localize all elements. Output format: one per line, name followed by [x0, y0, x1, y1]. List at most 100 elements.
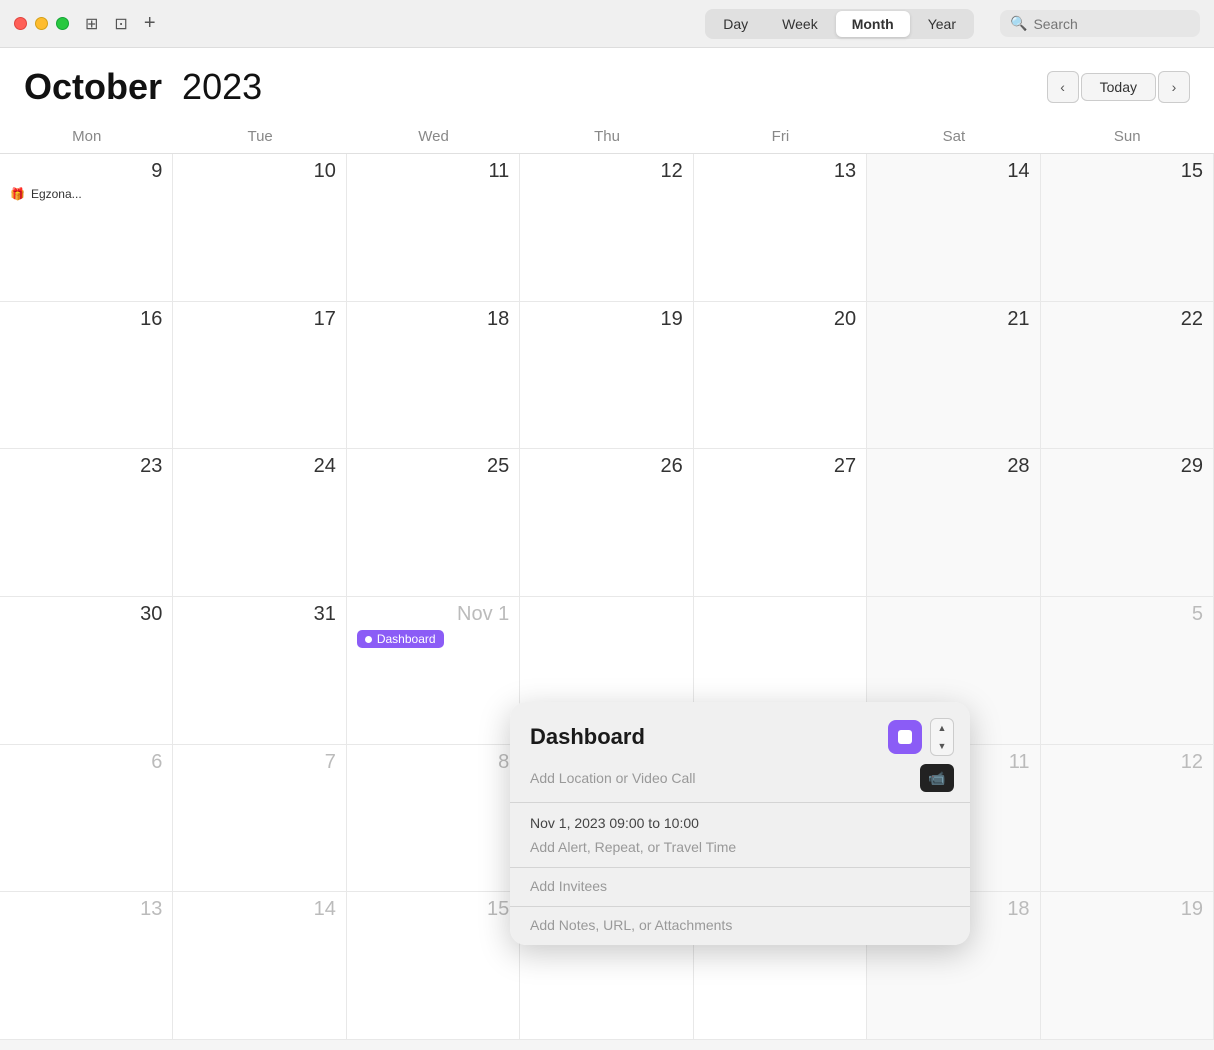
date-number: 10	[183, 160, 335, 183]
date-number: 22	[1051, 308, 1203, 331]
date-number: 19	[530, 308, 682, 331]
date-number: 13	[10, 898, 162, 921]
tab-day[interactable]: Day	[707, 11, 764, 37]
cal-cell[interactable]: 30	[0, 597, 173, 745]
event-dot	[365, 636, 372, 643]
close-button[interactable]	[14, 17, 27, 30]
cal-cell[interactable]: 13	[694, 154, 867, 302]
month-label: October	[24, 66, 162, 107]
popup-calendar-color-button[interactable]	[888, 720, 922, 754]
day-header-sat: Sat	[867, 120, 1040, 153]
cal-cell[interactable]: 13	[0, 892, 173, 1040]
calendar-nav: ‹ Today ›	[1047, 71, 1190, 103]
date-number: 17	[183, 308, 335, 331]
event-pill[interactable]: Dashboard	[357, 630, 444, 648]
search-input[interactable]	[1033, 16, 1190, 32]
date-number: 7	[183, 751, 335, 774]
cal-cell[interactable]: 12	[520, 154, 693, 302]
cal-cell[interactable]: 25	[347, 449, 520, 597]
popup-video-button[interactable]: 📹	[920, 764, 954, 792]
popup-time-row: Nov 1, 2023 09:00 to 10:00	[510, 803, 970, 835]
cal-cell[interactable]: 14	[867, 154, 1040, 302]
cal-cell[interactable]: 29	[1041, 449, 1214, 597]
cal-cell[interactable]: 14	[173, 892, 346, 1040]
cal-cell[interactable]: 16	[0, 302, 173, 450]
cal-cell[interactable]: 17	[173, 302, 346, 450]
cal-cell[interactable]: 19	[1041, 892, 1214, 1040]
date-number: 28	[877, 455, 1029, 478]
popup-notes-text[interactable]: Add Notes, URL, or Attachments	[530, 917, 732, 933]
cal-cell[interactable]: 5	[1041, 597, 1214, 745]
date-number: 19	[1051, 898, 1203, 921]
prev-month-button[interactable]: ‹	[1047, 71, 1079, 103]
day-header-sun: Sun	[1041, 120, 1214, 153]
cal-cell[interactable]: 22	[1041, 302, 1214, 450]
cal-cell[interactable]: 21	[867, 302, 1040, 450]
view-tabs: Day Week Month Year	[705, 9, 974, 39]
cal-cell[interactable]: 8	[347, 745, 520, 893]
next-month-button[interactable]: ›	[1158, 71, 1190, 103]
stepper-down-icon[interactable]: ▼	[931, 737, 953, 755]
cal-cell[interactable]: 27	[694, 449, 867, 597]
day-header-tue: Tue	[173, 120, 346, 153]
day-header-fri: Fri	[694, 120, 867, 153]
date-number: 8	[357, 751, 509, 774]
inbox-icon[interactable]: ⊡	[114, 14, 127, 34]
page-title: October 2023	[24, 66, 262, 108]
cal-cell[interactable]: 9 🎁Egzona...	[0, 154, 173, 302]
grid-icon[interactable]: ⊞	[85, 14, 98, 34]
date-number: 21	[877, 308, 1029, 331]
cal-cell[interactable]: 7	[173, 745, 346, 893]
today-button[interactable]: Today	[1081, 73, 1156, 101]
cal-cell[interactable]: 10	[173, 154, 346, 302]
date-number: 24	[183, 455, 335, 478]
cal-cell[interactable]: 20	[694, 302, 867, 450]
cal-cell[interactable]: 23	[0, 449, 173, 597]
date-number: 23	[10, 455, 162, 478]
cal-cell[interactable]: 18	[347, 302, 520, 450]
search-icon: 🔍	[1010, 15, 1027, 32]
maximize-button[interactable]	[56, 17, 69, 30]
cal-cell[interactable]: 28	[867, 449, 1040, 597]
search-box: 🔍	[1000, 10, 1200, 37]
date-number: 27	[704, 455, 856, 478]
event-popup: Dashboard ▲ ▼ Add Location or Video Call…	[510, 702, 970, 945]
cal-cell[interactable]: 6	[0, 745, 173, 893]
stepper-up-icon[interactable]: ▲	[931, 719, 953, 737]
date-number: 15	[357, 898, 509, 921]
date-number: 5	[1051, 603, 1203, 626]
date-number: 11	[357, 160, 509, 183]
add-icon[interactable]: +	[144, 12, 156, 35]
cal-cell[interactable]: 24	[173, 449, 346, 597]
date-number: 25	[357, 455, 509, 478]
tab-month[interactable]: Month	[836, 11, 910, 37]
event-pill-label: Dashboard	[377, 632, 436, 646]
cal-cell[interactable]: 15	[1041, 154, 1214, 302]
cal-cell[interactable]: 15	[347, 892, 520, 1040]
cal-cell[interactable]: Nov 1Dashboard	[347, 597, 520, 745]
cal-cell[interactable]: 31	[173, 597, 346, 745]
cal-cell[interactable]: 11	[347, 154, 520, 302]
popup-location-text[interactable]: Add Location or Video Call	[530, 770, 912, 786]
popup-alert-text[interactable]: Add Alert, Repeat, or Travel Time	[530, 839, 736, 855]
cal-cell[interactable]: 19	[520, 302, 693, 450]
tab-year[interactable]: Year	[912, 11, 972, 37]
cal-cell[interactable]: 12	[1041, 745, 1214, 893]
popup-invitees-text[interactable]: Add Invitees	[530, 878, 607, 894]
popup-title: Dashboard	[530, 724, 880, 750]
popup-datetime[interactable]: Nov 1, 2023 09:00 to 10:00	[530, 815, 950, 831]
date-number: 30	[10, 603, 162, 626]
popup-stepper[interactable]: ▲ ▼	[930, 718, 954, 756]
birthday-event[interactable]: 🎁Egzona...	[10, 187, 162, 201]
popup-notes-row[interactable]: Add Notes, URL, or Attachments	[510, 906, 970, 945]
cal-cell[interactable]: 26	[520, 449, 693, 597]
date-number: 9	[10, 160, 162, 183]
date-number: 14	[183, 898, 335, 921]
date-number: 12	[1051, 751, 1203, 774]
tab-week[interactable]: Week	[766, 11, 834, 37]
day-header-thu: Thu	[520, 120, 693, 153]
popup-header: Dashboard ▲ ▼	[510, 702, 970, 764]
popup-invitees-row[interactable]: Add Invitees	[510, 867, 970, 906]
date-number: 20	[704, 308, 856, 331]
minimize-button[interactable]	[35, 17, 48, 30]
